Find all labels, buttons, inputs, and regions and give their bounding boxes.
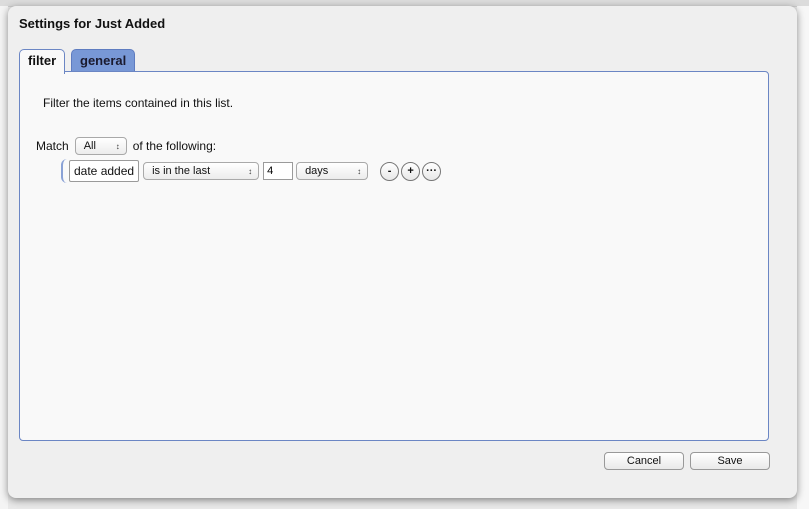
match-label: Match — [36, 139, 69, 153]
background-window-left — [0, 6, 8, 509]
match-select-value: All — [83, 140, 96, 152]
tab-general[interactable]: general — [71, 49, 136, 72]
save-button[interactable]: Save — [690, 452, 770, 470]
select-arrows-icon: ↕ — [248, 166, 253, 176]
dialog-title: Settings for Just Added — [19, 16, 166, 31]
filter-description: Filter the items contained in this list. — [43, 96, 234, 110]
filter-rule-row: date added is in the last ↕ days ↕ - + ·… — [61, 159, 443, 183]
rule-operator-select[interactable]: is in the last ↕ — [143, 162, 260, 180]
rule-unit-select[interactable]: days ↕ — [296, 162, 369, 180]
cancel-button[interactable]: Cancel — [604, 452, 684, 470]
match-suffix: of the following: — [132, 139, 217, 153]
rule-unit-value: days — [305, 165, 329, 177]
rule-value-input[interactable] — [263, 162, 294, 180]
rule-bracket — [61, 159, 67, 183]
add-rule-button[interactable]: + — [401, 161, 421, 181]
rule-operator-value: is in the last — [152, 165, 211, 177]
match-row: Match All ↕ of the following: — [36, 137, 216, 155]
remove-rule-button[interactable]: - — [380, 161, 400, 181]
more-options-button[interactable]: ··· — [422, 161, 442, 181]
select-arrows-icon: ↕ — [357, 166, 362, 176]
select-arrows-icon: ↕ — [115, 141, 120, 151]
match-select[interactable]: All ↕ — [74, 137, 127, 155]
tab-filter[interactable]: filter — [19, 49, 66, 74]
filter-panel: Filter the items contained in this list.… — [19, 71, 769, 441]
settings-dialog: Settings for Just Added filter general F… — [8, 6, 797, 498]
rule-field-select[interactable]: date added — [69, 160, 140, 182]
background-window-right — [797, 6, 809, 509]
